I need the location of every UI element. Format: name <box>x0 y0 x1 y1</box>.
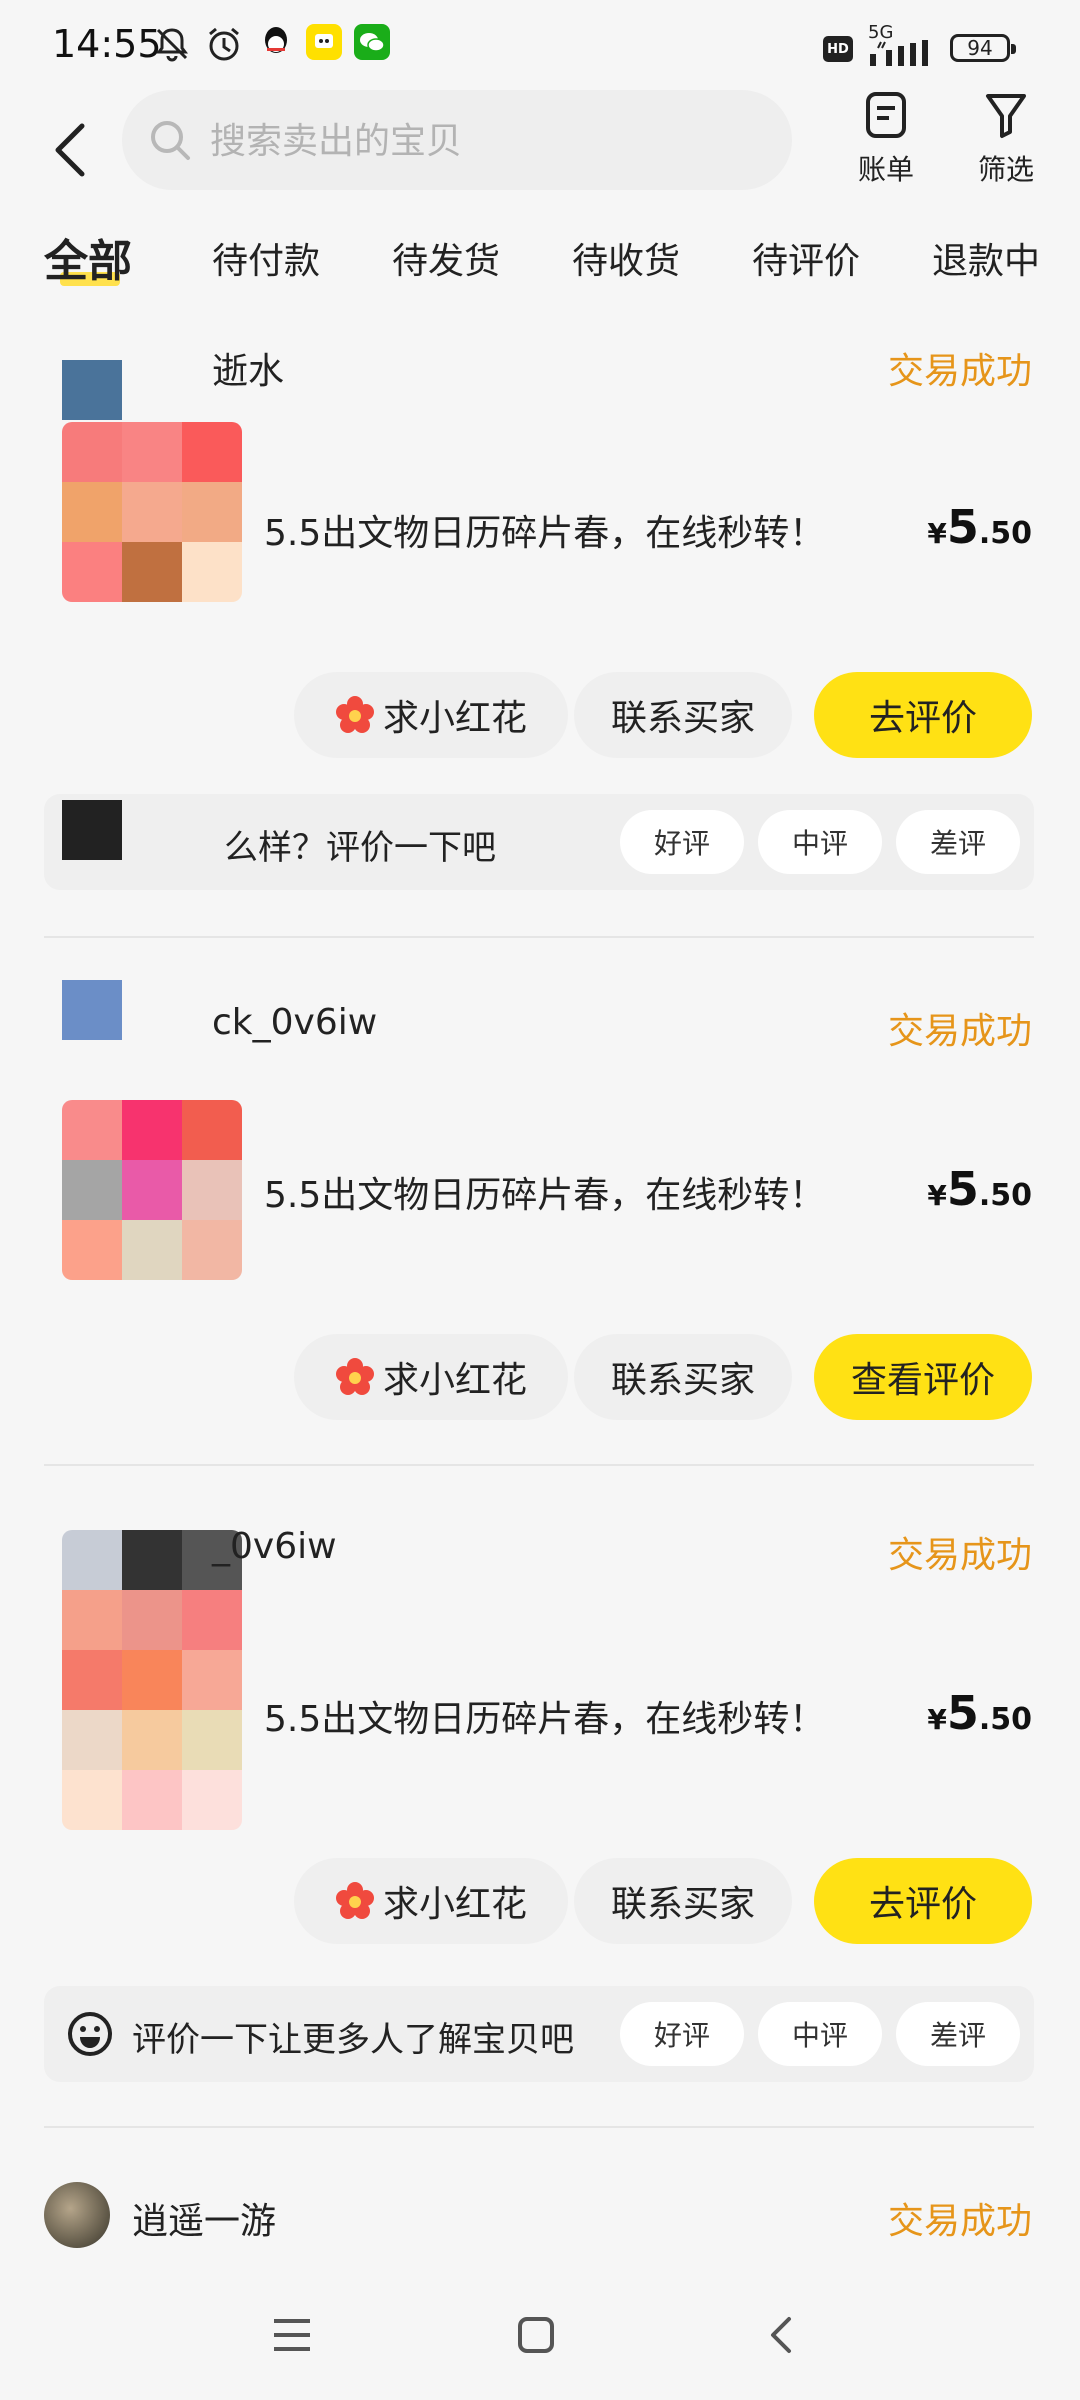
filter-button[interactable]: 筛选 <box>966 90 1046 188</box>
item-title[interactable]: 5.5出文物日历碎片春，在线秒转！ <box>264 504 825 556</box>
search-icon <box>146 116 194 168</box>
price-integer: 5 <box>946 500 979 554</box>
wechat-icon <box>354 24 390 60</box>
order-card[interactable]: ck_0v6iw 交易成功 5.5出文物日历碎片春，在线秒转！ ¥5.50 求小… <box>0 960 1080 1460</box>
order-card[interactable]: 逝水 交易成功 5.5出文物日历碎片春，在线秒转！ ¥5.50 求小红花 联系买… <box>0 320 1080 940</box>
buyer-avatar[interactable] <box>62 360 122 420</box>
tab-all[interactable]: 全部 <box>44 225 132 289</box>
rate-neutral-button[interactable]: 中评 <box>758 810 882 874</box>
alarm-icon <box>204 24 244 68</box>
rate-good-button[interactable]: 好评 <box>620 810 744 874</box>
order-card[interactable]: 逍遥一游 交易成功 <box>0 2150 1080 2270</box>
rate-good-button[interactable]: 好评 <box>620 2002 744 2066</box>
buyer-name[interactable]: _0v6iw <box>212 1526 337 1567</box>
battery-indicator: 94 <box>950 34 1016 62</box>
back-button[interactable] <box>40 110 100 190</box>
write-review-button[interactable]: 去评价 <box>814 672 1032 758</box>
chevron-left-icon <box>55 123 85 177</box>
view-review-button[interactable]: 查看评价 <box>814 1334 1032 1420</box>
search-input[interactable] <box>208 90 772 192</box>
home-icon[interactable] <box>496 2300 576 2370</box>
write-review-button[interactable]: 去评价 <box>814 1858 1032 1944</box>
item-thumbnail[interactable] <box>62 422 242 602</box>
battery-level: 94 <box>967 36 993 60</box>
rate-bad-button[interactable]: 差评 <box>896 810 1020 874</box>
item-title[interactable]: 5.5出文物日历碎片春，在线秒转！ <box>264 1690 825 1742</box>
order-status: 交易成功 <box>887 1535 1032 1576</box>
item-thumbnail[interactable] <box>62 1100 242 1280</box>
status-time: 14:55 <box>52 22 162 66</box>
order-divider <box>44 1464 1034 1466</box>
system-nav-bar <box>0 2270 1080 2400</box>
buyer-name[interactable]: 逍遥一游 <box>132 2192 276 2244</box>
price-decimal: .50 <box>978 1702 1032 1737</box>
item-price: ¥5.50 <box>927 1686 1032 1740</box>
smiley-face-icon <box>66 2010 114 2062</box>
tab-refunding[interactable]: 退款中 <box>932 232 1040 284</box>
contact-buyer-button[interactable]: 联系买家 <box>574 1334 792 1420</box>
tab-pending-receipt[interactable]: 待收货 <box>572 232 680 284</box>
search-bar[interactable] <box>122 90 792 192</box>
bill-button[interactable]: 账单 <box>846 90 926 188</box>
item-price: ¥5.50 <box>927 500 1032 554</box>
order-card[interactable]: _0v6iw 交易成功 5.5出文物日历碎片春，在线秒转！ ¥5.50 求小红花… <box>0 1490 1080 2100</box>
signal-icon <box>866 40 936 70</box>
menu-icon[interactable] <box>252 2300 332 2370</box>
buyer-avatar-small <box>62 800 122 860</box>
price-decimal: .50 <box>978 516 1032 551</box>
buyer-name[interactable]: ck_0v6iw <box>212 1002 377 1043</box>
price-symbol: ¥ <box>927 1703 947 1736</box>
item-price: ¥5.50 <box>927 1162 1032 1216</box>
item-thumbnail[interactable] <box>62 1530 242 1830</box>
tab-pending-review[interactable]: 待评价 <box>752 232 860 284</box>
review-prompt-bar: 评价一下让更多人了解宝贝吧 好评 中评 差评 <box>44 1986 1034 2082</box>
filter-icon <box>986 94 1026 138</box>
ask-flower-button[interactable]: 求小红花 <box>294 1334 568 1420</box>
price-integer: 5 <box>946 1162 979 1216</box>
order-divider <box>44 2126 1034 2128</box>
buyer-avatar[interactable] <box>44 2182 110 2248</box>
tab-pending-payment[interactable]: 待付款 <box>212 232 320 284</box>
rate-neutral-button[interactable]: 中评 <box>758 2002 882 2066</box>
system-back-icon[interactable] <box>740 2300 820 2370</box>
review-prompt-text: 么样？评价一下吧 <box>224 828 496 868</box>
status-bar: 14:55 HD 5G 94 <box>0 0 1080 90</box>
bell-off-icon <box>152 24 192 68</box>
filter-label: 筛选 <box>977 153 1034 186</box>
order-status: 交易成功 <box>887 1011 1032 1052</box>
price-decimal: .50 <box>978 1178 1032 1213</box>
qq-icon <box>258 24 294 60</box>
item-title[interactable]: 5.5出文物日历碎片春，在线秒转！ <box>264 1166 825 1218</box>
ask-flower-label: 求小红花 <box>382 1360 527 1401</box>
order-tabs: 全部 待付款 待发货 待收货 待评价 退款中 <box>0 220 1080 306</box>
order-divider <box>44 936 1034 938</box>
app-yellow-icon <box>306 24 342 60</box>
red-flower-icon <box>335 1882 374 1919</box>
buyer-name[interactable]: 逝水 <box>212 342 284 394</box>
bill-icon <box>866 92 906 138</box>
review-prompt-text: 评价一下让更多人了解宝贝吧 <box>132 2020 574 2060</box>
order-status: 交易成功 <box>887 2201 1032 2242</box>
top-header: 账单 筛选 <box>0 90 1080 230</box>
ask-flower-label: 求小红花 <box>382 698 527 739</box>
hd-badge: HD <box>823 36 853 62</box>
red-flower-icon <box>335 1358 374 1395</box>
order-status: 交易成功 <box>887 351 1032 392</box>
red-flower-icon <box>335 696 374 733</box>
review-prompt-bar: 么样？评价一下吧 好评 中评 差评 <box>44 794 1034 890</box>
contact-buyer-button[interactable]: 联系买家 <box>574 1858 792 1944</box>
price-integer: 5 <box>946 1686 979 1740</box>
rate-bad-button[interactable]: 差评 <box>896 2002 1020 2066</box>
contact-buyer-button[interactable]: 联系买家 <box>574 672 792 758</box>
ask-flower-button[interactable]: 求小红花 <box>294 1858 568 1944</box>
price-symbol: ¥ <box>927 1179 947 1212</box>
ask-flower-label: 求小红花 <box>382 1884 527 1925</box>
tab-pending-shipment[interactable]: 待发货 <box>392 232 500 284</box>
bill-label: 账单 <box>857 153 914 186</box>
ask-flower-button[interactable]: 求小红花 <box>294 672 568 758</box>
buyer-avatar[interactable] <box>62 980 122 1040</box>
price-symbol: ¥ <box>927 517 947 550</box>
